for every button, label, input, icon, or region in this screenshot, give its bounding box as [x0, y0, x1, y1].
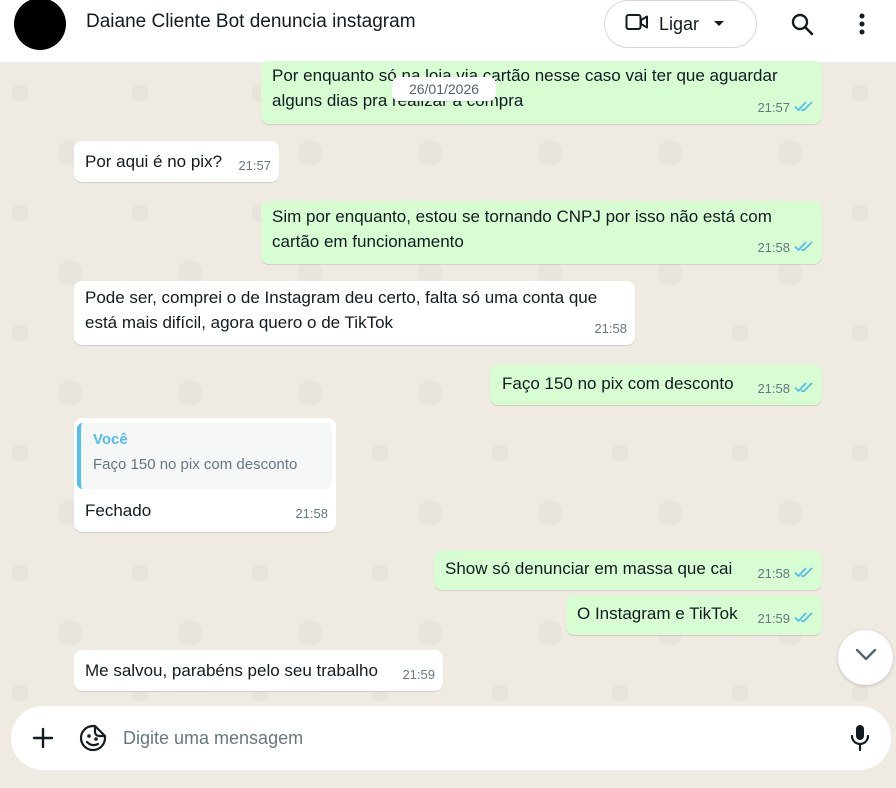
contact-name[interactable]: Daiane Cliente Bot denuncia instagram — [86, 11, 416, 33]
message-time: 21:57 — [757, 100, 790, 115]
message-outgoing[interactable]: Faço 150 no pix com desconto 21:58 — [490, 365, 822, 405]
message-meta: 21:59 — [402, 662, 435, 687]
message-text: Por aqui é no pix? — [85, 152, 223, 171]
message-time: 21:59 — [402, 667, 435, 682]
quote-author: Você — [93, 431, 128, 448]
double-check-icon — [794, 561, 814, 586]
message-outgoing[interactable]: Por enquanto só na loja via cartão nesse… — [261, 61, 822, 124]
message-input[interactable] — [123, 720, 813, 756]
chat-area[interactable]: Por enquanto só na loja via cartão nesse… — [0, 61, 896, 705]
message-text: Me salvou, parabéns pelo seu trabalho — [85, 661, 378, 680]
microphone-icon[interactable] — [847, 722, 873, 754]
date-chip: 26/01/2026 — [392, 77, 496, 101]
message-time: 21:58 — [594, 321, 627, 336]
attach-plus-icon[interactable] — [29, 724, 57, 752]
search-icon[interactable] — [784, 6, 820, 42]
message-text: Show só denunciar em massa que cai — [445, 559, 733, 578]
message-meta: 21:57 — [757, 95, 814, 120]
message-text: O Instagram e TikTok — [577, 604, 738, 623]
message-incoming[interactable]: Por aqui é no pix? 21:57 — [74, 141, 279, 182]
message-text: Faço 150 no pix com desconto — [502, 374, 734, 393]
message-text: Sim por enquanto, estou se tornando CNPJ… — [272, 207, 772, 226]
message-meta: 21:58 — [757, 561, 814, 586]
double-check-icon — [794, 95, 814, 120]
message-meta: 21:59 — [757, 606, 814, 631]
message-time: 21:58 — [295, 506, 328, 521]
double-check-icon — [794, 376, 814, 401]
scroll-to-bottom-button[interactable] — [838, 630, 893, 685]
message-time: 21:58 — [757, 240, 790, 255]
message-outgoing[interactable]: Sim por enquanto, estou se tornando CNPJ… — [261, 201, 822, 264]
message-meta: 21:57 — [238, 153, 271, 178]
quote-text: Faço 150 no pix com desconto — [93, 456, 298, 473]
message-text: está mais difícil, agora quero o de TikT… — [85, 313, 394, 332]
message-text: alguns dias pra realizar a compra — [272, 91, 524, 110]
call-button[interactable]: Ligar — [604, 0, 757, 48]
message-meta: 21:58 — [295, 501, 328, 526]
composer-bar — [0, 705, 896, 788]
caret-down-icon — [713, 15, 725, 33]
quoted-message[interactable]: Você Faço 150 no pix com desconto — [77, 423, 332, 489]
message-time: 21:58 — [757, 566, 790, 581]
double-check-icon — [794, 235, 814, 260]
composer — [11, 706, 891, 770]
avatar[interactable] — [14, 0, 66, 50]
message-text: cartão em funcionamento — [272, 232, 464, 251]
more-vert-icon[interactable] — [846, 6, 878, 42]
double-check-icon — [794, 606, 814, 631]
chat-header: Daiane Cliente Bot denuncia instagram Li… — [0, 0, 896, 63]
message-incoming[interactable]: Pode ser, comprei o de Instagram deu cer… — [74, 281, 635, 345]
message-text: Por enquanto só na loja via cartão nesse… — [272, 66, 778, 85]
message-meta: 21:58 — [757, 235, 814, 260]
call-button-label: Ligar — [659, 13, 700, 34]
message-time: 21:58 — [757, 381, 790, 396]
message-outgoing[interactable]: Show só denunciar em massa que cai 21:58 — [434, 550, 822, 590]
message-meta: 21:58 — [594, 316, 627, 341]
message-meta: 21:58 — [757, 376, 814, 401]
message-time: 21:57 — [238, 158, 271, 173]
message-time: 21:59 — [757, 611, 790, 626]
video-icon — [625, 12, 649, 37]
sticker-icon[interactable] — [78, 723, 108, 753]
chevron-down-icon — [855, 648, 877, 667]
message-outgoing[interactable]: O Instagram e TikTok 21:59 — [566, 595, 822, 635]
message-text: Pode ser, comprei o de Instagram deu cer… — [85, 288, 598, 307]
message-incoming[interactable]: Me salvou, parabéns pelo seu trabalho 21… — [74, 650, 443, 691]
message-text: Fechado — [85, 501, 152, 520]
